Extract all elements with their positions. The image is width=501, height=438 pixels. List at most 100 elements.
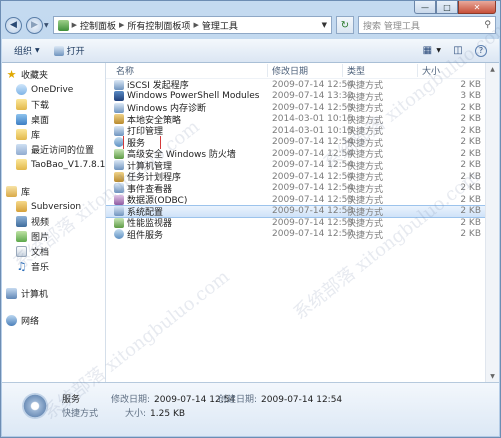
navigation-pane[interactable]: ★ 收藏夹 OneDrive 下载 桌面 库 最近访问的位置 TaoBao_V1… [2, 63, 106, 382]
refresh-icon: ↻ [340, 19, 350, 31]
file-date: 2009-07-14 12:54 [272, 171, 354, 182]
nav-item-pictures[interactable]: 图片 [2, 229, 105, 244]
nav-item-label: Subversion [31, 201, 82, 212]
search-placeholder: 搜索 管理工具 [363, 21, 420, 32]
shortcut-icon [114, 217, 124, 228]
nav-item-videos[interactable]: 视频 [2, 214, 105, 229]
shortcut-icon [114, 206, 124, 217]
nav-item-music[interactable]: ♫ 音乐 [2, 259, 105, 274]
breadcrumb-separator[interactable]: ▶ [119, 21, 124, 29]
file-date: 2009-07-14 12:54 [272, 160, 354, 171]
file-name: 组件服务 [127, 230, 164, 241]
nav-item-documents[interactable]: 文档 [2, 244, 105, 259]
file-date: 2009-07-14 12:54 [272, 148, 354, 159]
nav-item-label: 文档 [31, 248, 50, 258]
file-date: 2014-03-01 10:15 [272, 114, 354, 125]
explorer-window: — □ ✕ ◀ ▶ ▼ ▶ 控制面板 ▶ 所有控制面板项 ▶ 管理工具 ▼ ↻ … [0, 0, 501, 438]
file-date: 2009-07-14 12:57 [272, 229, 354, 240]
file-size: 2 KB [460, 171, 481, 182]
services-gear-icon [22, 393, 48, 419]
details-pane: 服务 快捷方式 修改日期: 2009-07-14 12:54 大小: 1.25 KB… [2, 382, 499, 436]
address-bar[interactable]: ▶ 控制面板 ▶ 所有控制面板项 ▶ 管理工具 ▼ [52, 16, 332, 34]
shortcut-icon [114, 229, 124, 240]
help-icon[interactable]: ? [475, 44, 487, 57]
close-icon: ✕ [473, 2, 481, 12]
forward-button[interactable]: ▶ [26, 16, 43, 34]
close-button[interactable]: ✕ [458, 1, 496, 14]
computer-icon [6, 288, 17, 299]
file-size: 2 KB [460, 183, 481, 194]
scroll-down-arrow-icon[interactable]: ▼ [486, 370, 499, 382]
forward-arrow-icon: ▶ [31, 20, 38, 30]
breadcrumb-all-items[interactable]: 所有控制面板项 [127, 19, 190, 32]
subversion-icon [16, 201, 27, 212]
library-folder-icon [16, 129, 27, 140]
desktop-icon [16, 114, 27, 125]
open-button[interactable]: 打开 [53, 44, 85, 57]
address-dropdown-icon[interactable]: ▼ [318, 21, 331, 29]
file-row[interactable]: 组件服务 2009-07-14 12:57 快捷方式 2 KB [106, 229, 499, 241]
file-row[interactable]: iSCSI 发起程序 2009-07-14 12:54 快捷方式 2 KB [106, 79, 499, 91]
details-created-value: 2009-07-14 12:54 [261, 395, 343, 405]
column-header-type[interactable]: 类型 [343, 64, 418, 77]
minimize-button[interactable]: — [414, 1, 436, 14]
search-box[interactable]: 搜索 管理工具 ⚲ [358, 16, 496, 34]
documents-icon [16, 246, 27, 257]
breadcrumb-separator: ▶ [71, 21, 78, 29]
view-options-icon[interactable]: ▦ [420, 45, 434, 57]
scroll-up-arrow-icon[interactable]: ▲ [486, 63, 499, 75]
details-size-value: 1.25 KB [150, 409, 186, 419]
maximize-button[interactable]: □ [436, 1, 458, 14]
nav-item-label: 图片 [31, 233, 50, 243]
file-rows: iSCSI 发起程序 2009-07-14 12:54 快捷方式 2 KB Window… [106, 79, 499, 241]
refresh-button[interactable]: ↻ [336, 16, 354, 34]
chevron-down-icon[interactable]: ▼ [436, 47, 441, 54]
nav-item-onedrive[interactable]: OneDrive [2, 82, 105, 97]
downloads-folder-icon [16, 99, 27, 110]
nav-item-label: 库 [31, 131, 41, 141]
nav-item-label: 最近访问的位置 [31, 146, 95, 156]
organize-button[interactable]: 组织 ▼ [14, 44, 40, 57]
file-size: 2 KB [460, 125, 481, 136]
nav-computer[interactable]: 计算机 [2, 286, 105, 301]
nav-item-label: 音乐 [31, 263, 50, 273]
back-button[interactable]: ◀ [5, 16, 22, 34]
file-size: 2 KB [460, 217, 481, 228]
nav-libraries[interactable]: 库 [2, 184, 105, 199]
file-list[interactable]: 名称 修改日期 类型 大小 iSCSI 发起程序 2009-07-14 12:54… [106, 63, 499, 382]
nav-item-subversion[interactable]: Subversion [2, 199, 105, 214]
vertical-scrollbar[interactable]: ▲ ▼ [485, 63, 499, 382]
nav-favorites[interactable]: ★ 收藏夹 [2, 67, 105, 82]
folder-icon [16, 159, 27, 170]
shortcut-icon [114, 160, 124, 171]
back-arrow-icon: ◀ [10, 20, 17, 30]
column-header-name[interactable]: 名称 [106, 64, 268, 77]
nav-item-downloads[interactable]: 下载 [2, 97, 105, 112]
file-date: 2009-07-14 12:53 [272, 194, 354, 205]
preview-pane-icon[interactable]: ◫ [451, 45, 465, 57]
breadcrumb-admin-tools[interactable]: 管理工具 [202, 19, 238, 32]
nav-item-library-fav[interactable]: 库 [2, 127, 105, 142]
shortcut-icon [114, 194, 124, 205]
shortcut-icon [114, 125, 124, 136]
nav-item-desktop[interactable]: 桌面 [2, 112, 105, 127]
nav-network[interactable]: 网络 [2, 313, 105, 328]
column-header-date[interactable]: 修改日期 [268, 64, 343, 77]
file-size: 2 KB [460, 148, 481, 159]
column-header-size[interactable]: 大小 [418, 64, 488, 77]
file-name: iSCSI 发起程序 [127, 81, 189, 92]
file-name-cell: 组件服务 [106, 228, 268, 241]
minimize-icon: — [421, 2, 429, 12]
nav-item-recent-places[interactable]: 最近访问的位置 [2, 142, 105, 157]
nav-item-label: 下载 [31, 101, 50, 111]
caption-buttons: — □ ✕ [414, 1, 496, 15]
file-date: 2014-03-01 10:15 [272, 125, 354, 136]
nav-item-label: OneDrive [31, 84, 74, 95]
open-icon [53, 45, 64, 56]
breadcrumb-control-panel[interactable]: 控制面板 [80, 19, 116, 32]
maximize-icon: □ [443, 2, 451, 12]
nav-item-taobao[interactable]: TaoBao_V1.7.8.10_ [2, 157, 105, 172]
recent-pages-dropdown[interactable]: ▼ [44, 22, 49, 29]
libraries-icon [6, 186, 17, 197]
breadcrumb-separator[interactable]: ▶ [193, 21, 198, 29]
